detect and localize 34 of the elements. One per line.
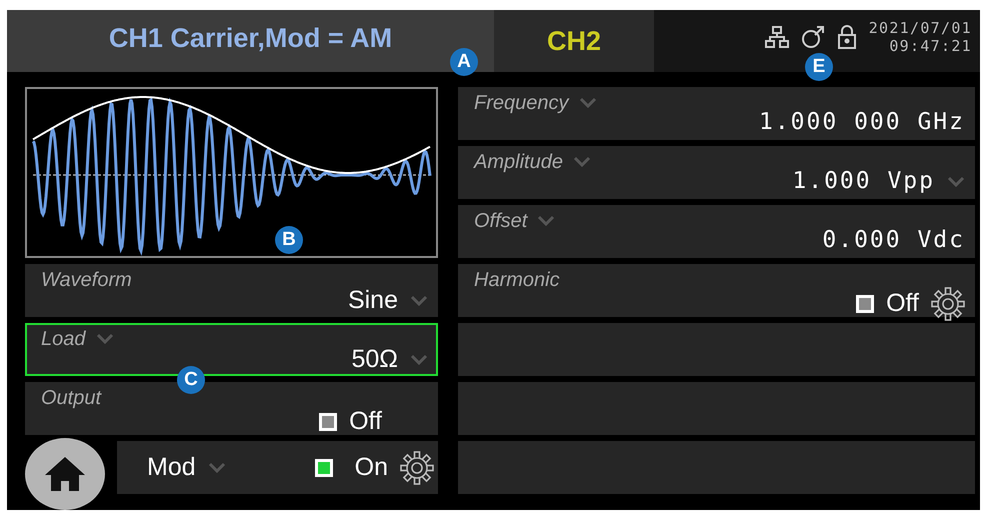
settings-icon[interactable] [400, 450, 434, 484]
modulation-label: Mod [147, 454, 196, 482]
parameter-value: 1.000 Vpp [792, 169, 935, 194]
parameter-label: Output [41, 387, 102, 409]
parameter-label: Amplitude [474, 151, 563, 173]
parameter-label: Frequency [474, 92, 568, 114]
checkbox[interactable] [319, 413, 338, 431]
parameter-panel[interactable]: Frequency 1.000 000 GHz [458, 87, 975, 140]
parameter-value: 0.000 Vdc [822, 228, 965, 254]
parameter-value: Sine [348, 287, 398, 314]
parameter-panel[interactable]: Offset 0.000 Vdc [458, 205, 975, 258]
settings-icon[interactable] [931, 287, 965, 321]
date-text: 2021/07/01 [868, 19, 972, 37]
checkbox[interactable] [314, 458, 333, 476]
checkbox[interactable] [856, 295, 874, 313]
time-text: 09:47:21 [888, 37, 972, 55]
parameter-value: 1.000 000 GHz [758, 110, 965, 136]
parameter-label: Waveform [41, 269, 132, 291]
circle-arrow-icon [800, 25, 825, 49]
toggle-state: On [354, 454, 388, 482]
parameter-value: 50Ω [352, 346, 398, 374]
parameter-panel[interactable]: Amplitude 1.000 Vpp [458, 146, 975, 199]
network-icon [764, 26, 789, 48]
channel-title: CH1 Carrier,Mod = AM [108, 22, 392, 54]
parameter-label: Load [41, 328, 86, 350]
channel-tab[interactable]: CH2 [494, 10, 654, 72]
parameter-label: Harmonic [474, 269, 560, 291]
toggle-state: Off [886, 290, 919, 318]
home-icon [43, 454, 87, 492]
lock-icon [836, 25, 857, 49]
parameter-label: Offset [474, 210, 528, 232]
toggle-state: Off [349, 408, 382, 436]
parameter-panel[interactable]: Waveform Sine [25, 264, 438, 317]
modulation-panel[interactable]: Mod On [117, 441, 438, 494]
